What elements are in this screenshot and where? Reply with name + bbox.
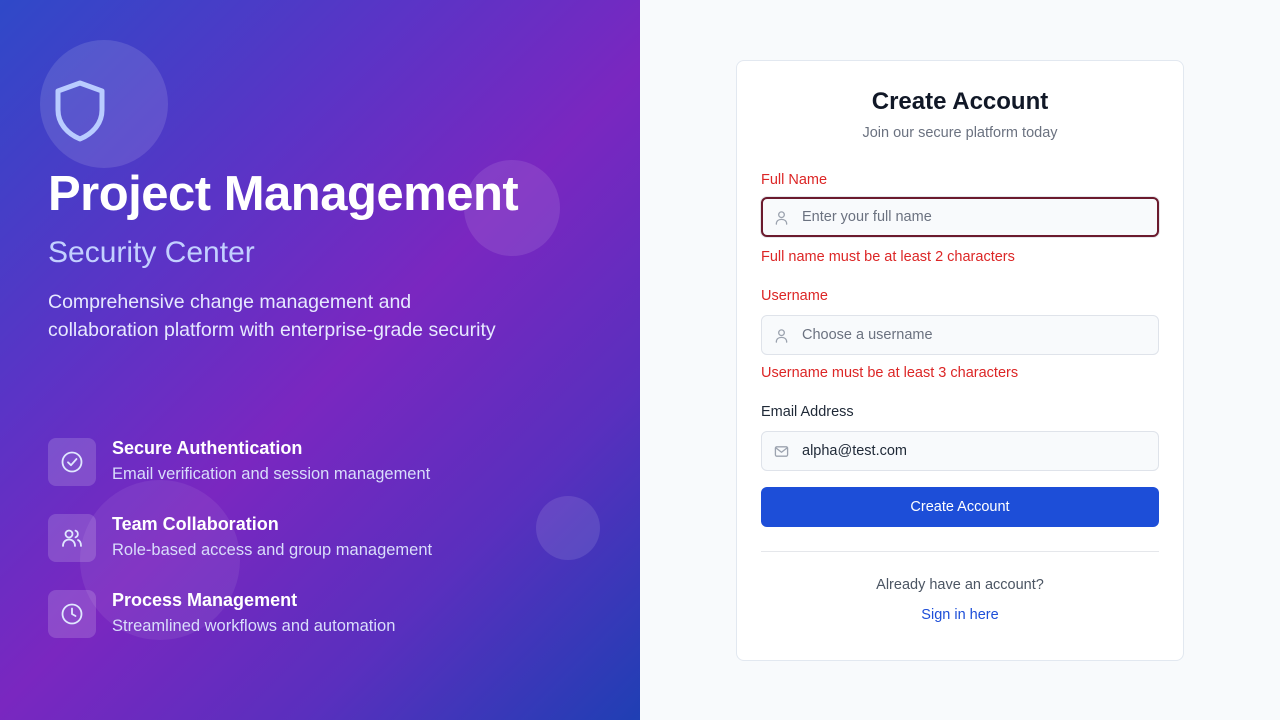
feature-title: Team Collaboration bbox=[112, 514, 279, 534]
feature-title: Process Management bbox=[112, 590, 298, 610]
mail-icon bbox=[774, 446, 789, 457]
hero-title: Project Management bbox=[48, 167, 519, 221]
divider bbox=[761, 551, 1159, 552]
shield-icon bbox=[55, 80, 105, 142]
feature-team-collaboration: Team Collaboration Role-based access and… bbox=[48, 514, 608, 566]
username-field bbox=[761, 315, 1159, 355]
feature-secure-authentication: Secure Authentication Email verification… bbox=[48, 438, 608, 490]
feature-description: Role-based access and group management bbox=[112, 541, 433, 559]
already-account-text: Already have an account? bbox=[876, 577, 1044, 593]
clock-icon bbox=[48, 590, 96, 638]
username-label: Username bbox=[761, 288, 828, 304]
feature-process-management: Process Management Streamlined workflows… bbox=[48, 590, 608, 642]
full-name-field bbox=[761, 197, 1159, 237]
email-input[interactable] bbox=[802, 432, 1152, 470]
signup-card: Create Account Join our secure platform … bbox=[736, 60, 1184, 661]
user-icon bbox=[775, 211, 788, 225]
full-name-label: Full Name bbox=[761, 172, 828, 188]
full-name-error: Full name must be at least 2 characters bbox=[761, 249, 1015, 265]
users-icon bbox=[48, 514, 96, 562]
hero-panel: Project Management Security Center Compr… bbox=[0, 0, 640, 720]
hero-subtitle: Security Center bbox=[48, 236, 255, 269]
form-subtitle: Join our secure platform today bbox=[862, 125, 1058, 141]
feature-description: Email verification and session managemen… bbox=[112, 465, 431, 483]
check-circle-icon bbox=[48, 438, 96, 486]
form-title: Create Account bbox=[871, 88, 1049, 115]
sign-in-link[interactable]: Sign in here bbox=[737, 607, 1183, 623]
feature-description: Streamlined workflows and automation bbox=[112, 617, 396, 635]
feature-title: Secure Authentication bbox=[112, 438, 303, 458]
email-label: Email Address bbox=[761, 404, 854, 420]
full-name-input[interactable] bbox=[802, 199, 1152, 235]
username-error: Username must be at least 3 characters bbox=[761, 365, 1019, 381]
hero-description: Comprehensive change management and coll… bbox=[48, 291, 496, 341]
user-icon bbox=[775, 329, 788, 343]
create-account-button[interactable]: Create Account bbox=[761, 487, 1159, 527]
username-input[interactable] bbox=[802, 316, 1152, 354]
email-field bbox=[761, 431, 1159, 471]
